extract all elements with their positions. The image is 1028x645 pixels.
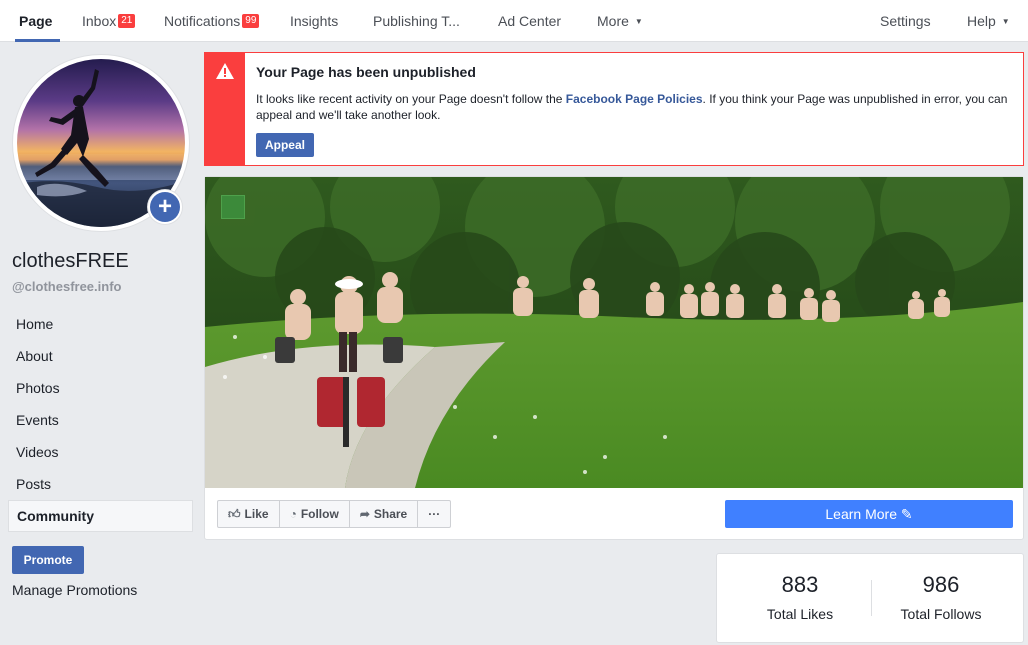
appeal-button[interactable]: Appeal — [256, 133, 314, 157]
nav-tab-inbox[interactable]: Inbox 21 — [82, 0, 136, 42]
chevron-down-icon: ▼ — [634, 17, 643, 26]
like-button[interactable]: 👍︎ Like — [218, 501, 280, 527]
cover-photo[interactable] — [205, 177, 1023, 488]
ellipsis-icon: ··· — [428, 507, 441, 521]
follow-label: Follow — [300, 507, 339, 521]
unpublished-alert: Your Page has been unpublished It looks … — [204, 52, 1024, 166]
nav-tab-ad-center[interactable]: Ad Center — [498, 0, 561, 42]
page-stats-card: 883 Total Likes 986 Total Follows — [716, 553, 1024, 643]
more-options-button[interactable]: ··· — [418, 501, 450, 527]
total-likes-stat: 883 Total Likes — [730, 572, 870, 622]
manage-promotions-link[interactable]: Manage Promotions — [12, 582, 137, 598]
add-photo-button[interactable]: + — [148, 190, 182, 224]
nav-tab-inbox-label: Inbox — [82, 13, 117, 29]
nav-tab-ad-center-label: Ad Center — [498, 13, 562, 29]
nav-tab-page-label: Page — [19, 13, 53, 29]
chevron-down-icon: ▼ — [1001, 17, 1010, 26]
nav-tab-notifications[interactable]: Notifications 99 — [164, 0, 260, 42]
sidebar-item-events[interactable]: Events — [8, 404, 193, 436]
share-arrow-icon: ➦ — [359, 507, 370, 521]
nav-settings[interactable]: Settings — [880, 0, 931, 42]
thumbs-up-icon: 👍︎ — [228, 507, 241, 521]
rss-icon: ◔ — [289, 507, 297, 521]
total-follows-stat: 986 Total Follows — [871, 572, 1011, 622]
share-button[interactable]: ➦ Share — [350, 501, 419, 527]
inbox-badge: 21 — [118, 14, 136, 28]
page-policies-link[interactable]: Facebook Page Policies — [566, 92, 703, 106]
nav-tab-publishing-label: Publishing T... — [373, 13, 460, 29]
alert-title: Your Page has been unpublished — [256, 64, 476, 80]
page-username[interactable]: @clothesfree.info — [12, 279, 121, 294]
follow-button[interactable]: ◔ Follow — [280, 501, 350, 527]
sidebar-item-about[interactable]: About — [8, 340, 193, 372]
alert-message: It looks like recent activity on your Pa… — [256, 91, 1016, 123]
nav-tab-more[interactable]: More ▼ — [597, 0, 643, 42]
cover-overlay-badge — [221, 195, 245, 219]
like-label: Like — [244, 507, 269, 521]
promote-button[interactable]: Promote — [12, 546, 84, 574]
share-label: Share — [373, 507, 408, 521]
page-name: clothesFREE — [12, 250, 129, 272]
total-likes-count: 883 — [781, 572, 819, 597]
nav-tab-page[interactable]: Page — [14, 0, 62, 42]
nav-help[interactable]: Help ▼ — [967, 0, 1010, 42]
nav-tab-insights[interactable]: Insights — [290, 0, 338, 42]
nav-tab-more-label: More — [597, 13, 629, 29]
sidebar-item-community[interactable]: Community — [8, 500, 193, 532]
sidebar-item-videos[interactable]: Videos — [8, 436, 193, 468]
page-sidebar-nav: Home About Photos Events Videos Posts Co… — [8, 308, 193, 532]
cover-photo-illustration — [205, 177, 1023, 488]
cover-card: 👍︎ Like ◔ Follow ➦ Share ··· Learn More ✎ — [204, 176, 1024, 540]
learn-more-button[interactable]: Learn More ✎ — [725, 500, 1013, 528]
sidebar-item-photos[interactable]: Photos — [8, 372, 193, 404]
alert-message-text: It looks like recent activity on your Pa… — [256, 92, 566, 106]
notifications-badge: 99 — [242, 14, 260, 28]
alert-sidebar — [205, 53, 245, 165]
total-likes-label: Total Likes — [766, 606, 834, 622]
nav-tab-publishing-tools[interactable]: Publishing T... — [373, 0, 460, 42]
sidebar-item-home[interactable]: Home — [8, 308, 193, 340]
learn-more-label: Learn More — [825, 506, 897, 522]
total-follows-label: Total Follows — [900, 606, 982, 622]
nav-tab-insights-label: Insights — [290, 13, 339, 29]
pencil-icon: ✎ — [900, 506, 913, 522]
nav-help-label: Help — [967, 13, 996, 29]
total-follows-count: 986 — [922, 572, 960, 597]
nav-settings-label: Settings — [880, 13, 931, 29]
nav-tab-notifications-label: Notifications — [164, 13, 241, 29]
plus-icon: + — [150, 192, 180, 222]
warning-icon — [216, 63, 234, 79]
sidebar-item-posts[interactable]: Posts — [8, 468, 193, 500]
top-navigation: Page Inbox 21 Notifications 99 Insights Pu… — [0, 0, 1028, 42]
page-actions-bar: 👍︎ Like ◔ Follow ➦ Share ··· — [217, 500, 452, 528]
